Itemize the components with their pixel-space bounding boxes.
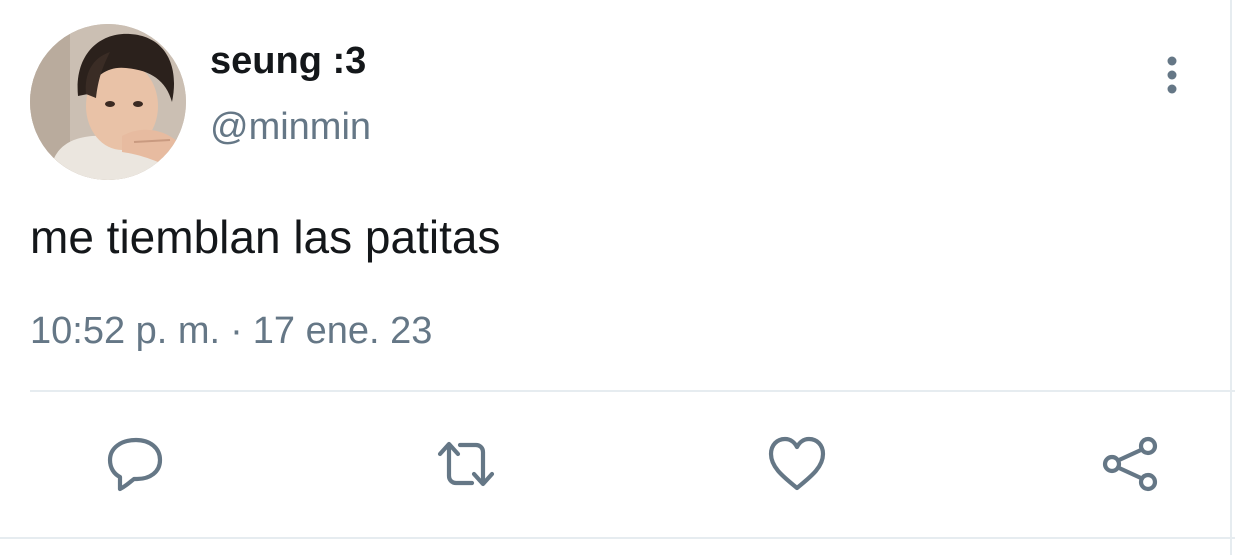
- retweet-button[interactable]: [434, 432, 498, 496]
- user-handle[interactable]: @minmin: [210, 106, 371, 149]
- avatar-image: [30, 24, 186, 180]
- tweet-timestamp[interactable]: 10:52 p. m. · 17 ene. 23: [30, 310, 432, 353]
- more-options-button[interactable]: [1150, 52, 1194, 100]
- card-border: [1230, 0, 1232, 555]
- bottom-divider: [0, 537, 1235, 539]
- display-name[interactable]: seung :3: [210, 40, 366, 83]
- retweet-icon: [437, 441, 495, 487]
- reply-icon: [107, 437, 163, 492]
- avatar[interactable]: [30, 24, 186, 180]
- share-button[interactable]: [1098, 432, 1162, 496]
- divider: [30, 390, 1235, 392]
- tweet-card: seung :3 @minmin me tiemblan las patitas…: [0, 0, 1235, 555]
- reply-button[interactable]: [104, 432, 168, 496]
- tweet-time: 10:52 p. m.: [30, 310, 221, 352]
- like-button[interactable]: [765, 432, 829, 496]
- tweet-date: 17 ene. 23: [252, 310, 433, 352]
- heart-icon: [768, 436, 826, 491]
- meta-separator: ·: [230, 310, 243, 352]
- share-icon: [1102, 436, 1158, 492]
- more-vertical-icon: [1167, 56, 1177, 94]
- tweet-text: me tiemblan las patitas: [30, 211, 501, 263]
